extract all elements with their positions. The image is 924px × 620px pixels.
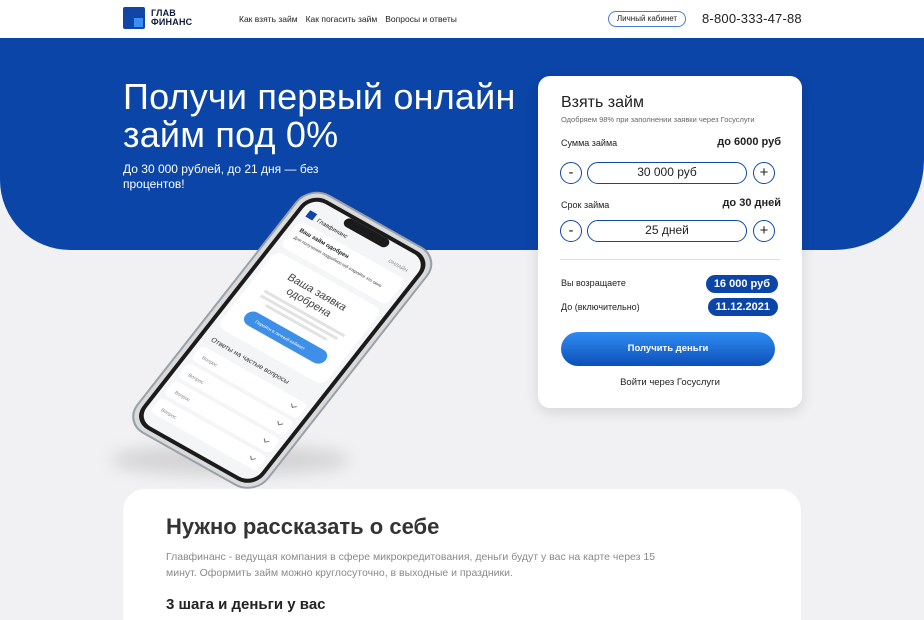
amount-max: до 6000 руб — [717, 136, 781, 148]
logo-icon — [123, 7, 145, 29]
logo-text: ГЛАВ ФИНАНС — [151, 9, 192, 27]
term-increase-button[interactable]: + — [753, 220, 775, 242]
term-label: Срок займа — [561, 200, 610, 210]
term-decrease-button[interactable]: - — [560, 220, 582, 242]
about-title: Нужно рассказать о себе — [166, 514, 440, 539]
gosuslugi-login-link[interactable]: Войти через Госуслуги — [538, 377, 802, 388]
loan-calculator-card: Взять займ Одобряем 98% при заполнении з… — [538, 76, 802, 408]
return-label: Вы возращаете — [561, 278, 626, 288]
amount-field[interactable]: 30 000 руб — [587, 162, 747, 184]
main-nav: Как взять займ Как погасить займ Вопросы… — [239, 14, 457, 24]
card-divider — [560, 259, 780, 260]
get-money-button[interactable]: Получить деньги — [561, 332, 775, 366]
about-text: Главфинанс - ведущая компания в сфере ми… — [166, 551, 656, 579]
nav-how-to-repay[interactable]: Как погасить займ — [306, 14, 378, 24]
return-value-badge: 16 000 руб — [705, 275, 778, 293]
amount-decrease-button[interactable]: - — [560, 162, 582, 184]
loan-card-title: Взять займ — [561, 94, 644, 111]
site-header: ГЛАВ ФИНАНС Как взять займ Как погасить … — [0, 0, 924, 38]
term-max: до 30 дней — [722, 197, 781, 209]
until-label: До (включительно) — [561, 302, 640, 312]
amount-increase-button[interactable]: + — [753, 162, 775, 184]
amount-label: Сумма займа — [561, 138, 618, 148]
phone-mockup: Главфинанс ОНЛАЙН Ваш займ одобрен Для п… — [120, 185, 470, 495]
steps-title: 3 шага и деньги у вас — [166, 596, 326, 613]
phone-number[interactable]: 8-800-333-47-88 — [702, 11, 802, 26]
logo-line-2: ФИНАНС — [151, 17, 193, 27]
term-field[interactable]: 25 дней — [587, 220, 747, 242]
until-date-badge: 11.12.2021 — [707, 298, 778, 316]
nav-how-to-take[interactable]: Как взять займ — [239, 14, 298, 24]
hero-title: Получи первый онлайн займ под 0% — [123, 76, 516, 155]
loan-card-note: Одобряем 98% при заполнении заявки через… — [561, 115, 755, 124]
about-section: Нужно рассказать о себе Главфинанс - вед… — [123, 489, 801, 620]
nav-faq[interactable]: Вопросы и ответы — [385, 14, 457, 24]
personal-cabinet-button[interactable]: Личный кабинет — [608, 11, 686, 27]
logo[interactable]: ГЛАВ ФИНАНС — [123, 7, 192, 29]
phone-illustration: Главфинанс ОНЛАЙН Ваш займ одобрен Для п… — [132, 191, 433, 489]
